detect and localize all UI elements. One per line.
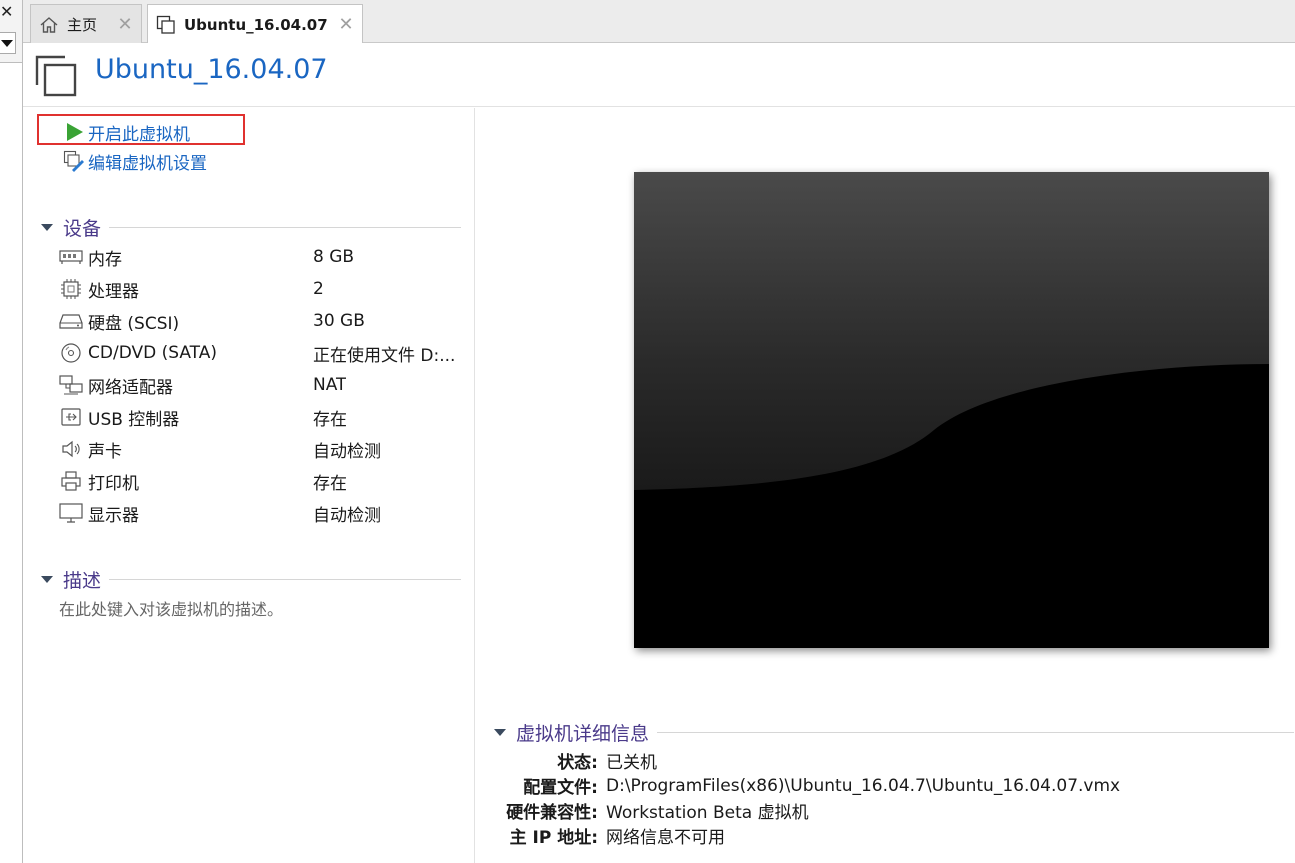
device-value: 自动检测 [313, 505, 381, 526]
detail-key: 状态: [557, 753, 598, 773]
detail-value: D:\ProgramFiles(x86)\Ubuntu_16.04.7\Ubun… [606, 775, 1121, 796]
detail-row-ip: 主 IP 地址: 网络信息不可用 [476, 823, 1295, 848]
device-name: 处理器 [88, 281, 139, 302]
vm-details-list: 状态: 已关机 配置文件: D:\ProgramFiles(x86)\Ubunt… [476, 748, 1295, 848]
device-name: CD/DVD (SATA) [88, 343, 217, 363]
library-filter-dropdown[interactable] [0, 32, 16, 54]
description-input[interactable]: 在此处键入对该虚拟机的描述。 [59, 596, 283, 620]
detail-key: 配置文件: [523, 778, 598, 798]
network-adapter-icon [59, 374, 83, 396]
detail-row-hw-compat: 硬件兼容性: Workstation Beta 虚拟机 [476, 798, 1295, 823]
device-name: 声卡 [88, 441, 122, 462]
vm-preview-pane: 虚拟机详细信息 状态: 已关机 配置文件: D:\ProgramFiles(x8… [476, 108, 1295, 863]
device-row-cpu[interactable]: 处理器 2 [59, 273, 469, 305]
details-section-header[interactable]: 虚拟机详细信息 [494, 719, 1294, 746]
description-section-title: 描述 [63, 570, 102, 592]
devices-section-title: 设备 [63, 218, 102, 240]
detail-row-state: 状态: 已关机 [476, 748, 1295, 773]
monitor-icon [59, 502, 83, 524]
speaker-icon [59, 438, 83, 460]
tab-home-close-icon[interactable]: ✕ [115, 14, 135, 35]
tab-home[interactable]: 主页 ✕ [30, 4, 142, 44]
devices-section-header[interactable]: 设备 [41, 214, 461, 241]
device-name: 硬盘 (SCSI) [88, 313, 180, 334]
memory-icon [59, 246, 83, 268]
device-row-cd-dvd[interactable]: CD/DVD (SATA) 正在使用文件 D:... [59, 337, 469, 369]
device-value: 正在使用文件 D:... [313, 345, 456, 366]
device-row-network[interactable]: 网络适配器 NAT [59, 369, 469, 401]
device-row-sound[interactable]: 声卡 自动检测 [59, 433, 469, 465]
detail-value: 网络信息不可用 [606, 828, 725, 848]
edit-vm-settings-label: 编辑虚拟机设置 [88, 153, 207, 174]
section-divider [109, 579, 461, 580]
device-value: 存在 [313, 473, 347, 494]
edit-settings-icon [63, 150, 85, 172]
vm-icon [156, 15, 176, 35]
vm-screen-thumbnail[interactable] [634, 172, 1269, 648]
tab-vm[interactable]: Ubuntu_16.04.07 ✕ [147, 4, 363, 44]
device-row-printer[interactable]: 打印机 存在 [59, 465, 469, 497]
power-on-vm-label: 开启此虚拟机 [88, 124, 190, 145]
collapse-triangle-icon [494, 729, 506, 736]
vm-header: Ubuntu_16.04.07 [23, 43, 1295, 107]
detail-value: 已关机 [606, 753, 657, 773]
power-on-vm-link[interactable]: 开启此虚拟机 [63, 119, 190, 145]
detail-row-config-file: 配置文件: D:\ProgramFiles(x86)\Ubuntu_16.04.… [476, 773, 1295, 799]
library-tree[interactable] [0, 62, 22, 863]
edit-vm-settings-link[interactable]: 编辑虚拟机设置 [63, 148, 207, 174]
device-value: 8 GB [313, 247, 355, 267]
library-panel-sliver: ✕ [0, 0, 23, 863]
device-name: 打印机 [88, 473, 139, 494]
vm-summary-pane: 开启此虚拟机 编辑虚拟机设置 设备 内存 8 GB 处理器 2 硬盘 (SCSI… [23, 108, 475, 863]
detail-value: Workstation Beta 虚拟机 [606, 803, 809, 823]
device-value: 自动检测 [313, 441, 381, 462]
device-name: 显示器 [88, 505, 139, 526]
play-icon [63, 121, 85, 143]
harddisk-icon [59, 310, 83, 332]
vm-title: Ubuntu_16.04.07 [95, 54, 328, 85]
device-name: USB 控制器 [88, 409, 180, 430]
device-row-memory[interactable]: 内存 8 GB [59, 241, 469, 273]
device-row-harddisk[interactable]: 硬盘 (SCSI) 30 GB [59, 305, 469, 337]
device-row-display[interactable]: 显示器 自动检测 [59, 497, 469, 529]
section-divider [657, 732, 1294, 733]
tab-vm-label: Ubuntu_16.04.07 [184, 15, 328, 34]
device-name: 内存 [88, 249, 122, 270]
device-value: 存在 [313, 409, 347, 430]
screen-gloss [634, 172, 1269, 648]
cpu-icon [59, 278, 83, 300]
close-library-icon[interactable]: ✕ [0, 2, 13, 21]
printer-icon [59, 470, 83, 492]
vm-large-icon [35, 55, 77, 97]
tab-vm-close-icon[interactable]: ✕ [336, 14, 356, 35]
home-icon [39, 15, 59, 35]
detail-key: 硬件兼容性: [506, 803, 598, 823]
device-value: 2 [313, 279, 324, 299]
device-value: NAT [313, 375, 347, 395]
tab-home-label: 主页 [67, 16, 98, 34]
device-value: 30 GB [313, 311, 365, 331]
tab-bar: 主页 ✕ Ubuntu_16.04.07 ✕ [23, 0, 1295, 44]
usb-icon [59, 406, 83, 428]
device-row-usb[interactable]: USB 控制器 存在 [59, 401, 469, 433]
collapse-triangle-icon [41, 576, 53, 583]
section-divider [109, 227, 461, 228]
collapse-triangle-icon [41, 224, 53, 231]
cd-dvd-icon [59, 342, 83, 364]
device-name: 网络适配器 [88, 377, 173, 398]
detail-key: 主 IP 地址: [509, 828, 598, 848]
details-section-title: 虚拟机详细信息 [516, 723, 650, 745]
device-list: 内存 8 GB 处理器 2 硬盘 (SCSI) 30 GB CD/DVD (SA… [59, 241, 469, 529]
description-section-header[interactable]: 描述 [41, 566, 461, 593]
